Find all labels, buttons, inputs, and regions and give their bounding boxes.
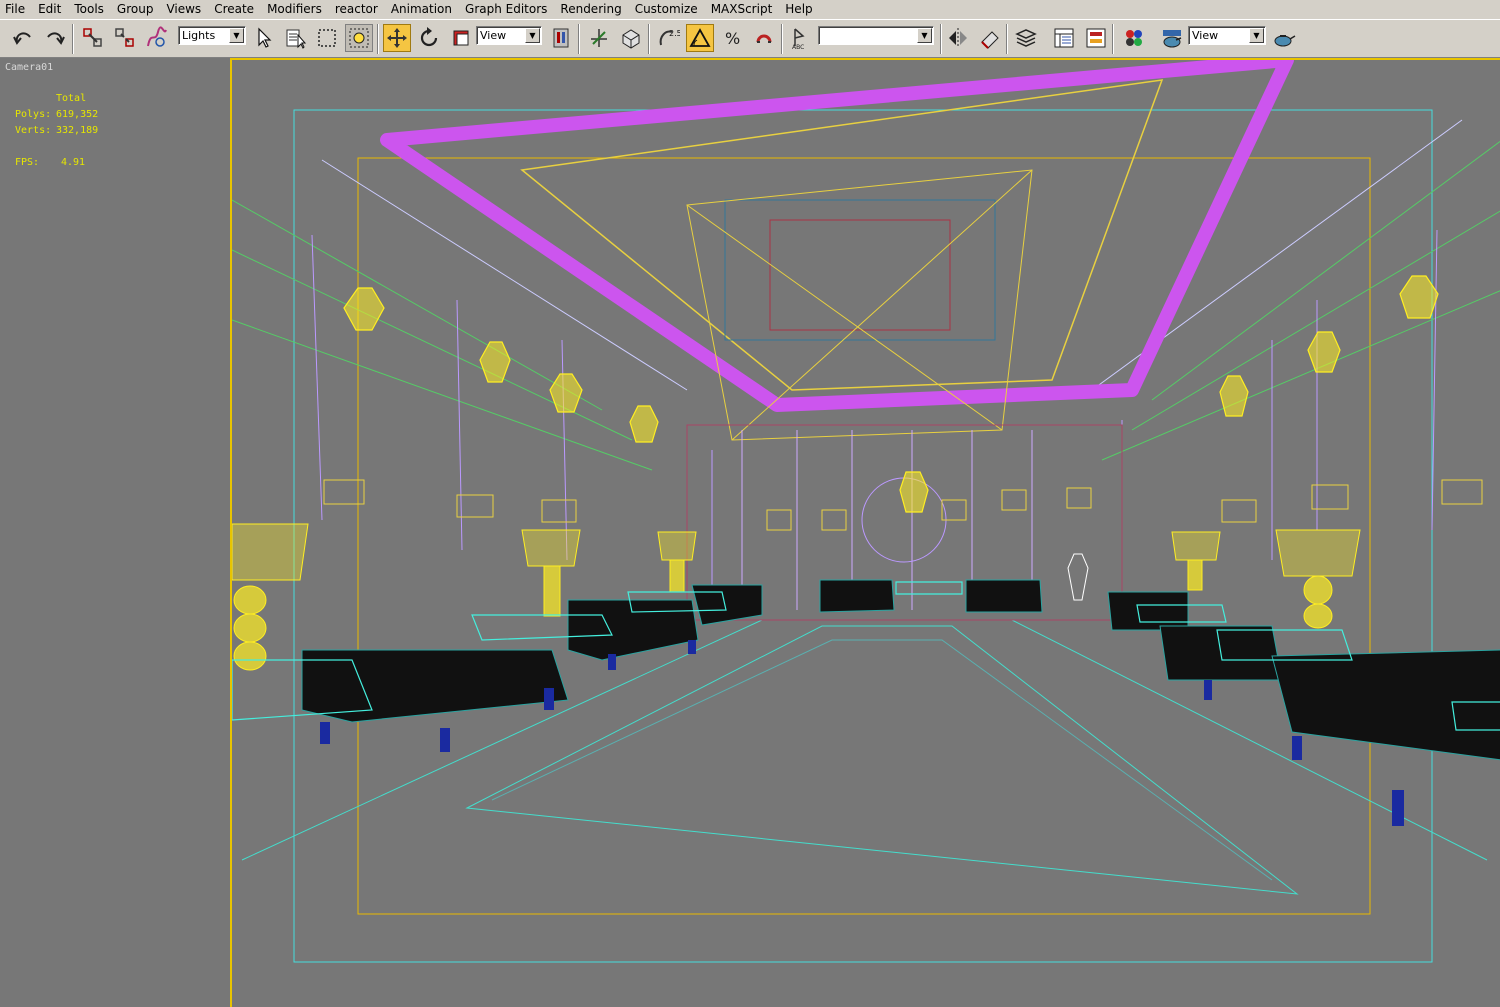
toolbar-separator [72, 24, 74, 54]
ceiling-trim [380, 60, 1294, 412]
ceiling-box-inner [769, 219, 951, 331]
redo-icon[interactable] [41, 24, 69, 52]
toolbar-separator [940, 24, 942, 54]
unlink-icon[interactable] [111, 24, 139, 52]
viewport-label[interactable]: Camera01 [5, 62, 53, 73]
snap-label: 2.5 [669, 29, 680, 38]
menu-help[interactable]: Help [779, 0, 819, 19]
undo-icon[interactable] [9, 24, 37, 52]
move-icon[interactable] [383, 24, 411, 52]
select-icon[interactable] [250, 24, 278, 52]
render-type-value: View [1192, 29, 1219, 42]
menu-file[interactable]: File [0, 0, 32, 19]
menu-edit[interactable]: Edit [32, 0, 68, 19]
layer-manager-icon[interactable] [1012, 24, 1040, 52]
selection-filter-value: Lights [182, 29, 216, 42]
menu-reactor[interactable]: reactor [329, 0, 385, 19]
stats-total-label: Total [56, 93, 87, 104]
ref-coord-system-dropdown[interactable]: View ▼ [476, 26, 542, 45]
angle-snap-icon[interactable] [686, 24, 714, 52]
menu-rendering[interactable]: Rendering [554, 0, 628, 19]
toolbar-separator [578, 24, 580, 54]
main-toolbar: Lights ▼ View ▼ 2.5 % ABC ▼ View ▼ [0, 19, 1500, 58]
select-by-name-icon[interactable] [282, 24, 310, 52]
stats-fps-label: FPS: [15, 157, 40, 168]
schematic-icon[interactable] [1082, 24, 1110, 52]
menu-maxscript[interactable]: MAXScript [705, 0, 780, 19]
named-selection-dropdown[interactable]: ▼ [818, 26, 934, 45]
stats-fps-value: 4.91 [61, 157, 86, 168]
toolbar-separator [648, 24, 650, 54]
edit-named-selections-icon[interactable]: ABC [787, 24, 815, 52]
chevron-down-icon: ▼ [917, 28, 932, 43]
render-type-dropdown[interactable]: View ▼ [1188, 26, 1266, 45]
svg-text:%: % [725, 29, 740, 48]
render-scene-icon[interactable] [1158, 24, 1186, 52]
menu-animation[interactable]: Animation [385, 0, 459, 19]
mirror-icon[interactable] [944, 24, 972, 52]
viewport-left-strip [0, 58, 230, 1007]
snap-icon[interactable]: 2.5 [654, 24, 682, 52]
ceiling-box [724, 199, 996, 341]
stats-verts-label: Verts: [15, 125, 52, 136]
menu-create[interactable]: Create [208, 0, 261, 19]
quick-render-icon[interactable] [1270, 24, 1298, 52]
menu-graph-editors[interactable]: Graph Editors [459, 0, 554, 19]
svg-text:ABC: ABC [792, 44, 804, 50]
chevron-down-icon: ▼ [229, 28, 244, 43]
birdcage-light [1067, 553, 1089, 601]
ceiling-yellow-frame [520, 79, 1164, 391]
stats-verts-value: 332,189 [56, 125, 99, 136]
toolbar-separator [377, 24, 379, 54]
chevron-down-icon: ▼ [1249, 28, 1264, 43]
ceiling-lines [232, 140, 1500, 471]
curve-editor-icon[interactable] [1050, 24, 1078, 52]
menu-views[interactable]: Views [160, 0, 208, 19]
rotate-icon[interactable] [415, 24, 443, 52]
bind-space-warp-icon[interactable] [143, 24, 171, 52]
keyboard-shortcut-override-icon[interactable] [617, 24, 645, 52]
chevron-down-icon: ▼ [525, 28, 540, 43]
scale-icon[interactable] [447, 24, 475, 52]
window-crossing-icon[interactable] [345, 24, 373, 52]
rect-selection-icon[interactable] [313, 24, 341, 52]
link-icon[interactable] [79, 24, 107, 52]
stats-polys-value: 619,352 [56, 109, 99, 120]
selection-filter-dropdown[interactable]: Lights ▼ [178, 26, 246, 45]
percent-snap-icon[interactable]: % [718, 24, 746, 52]
menu-group[interactable]: Group [111, 0, 161, 19]
use-pivot-center-icon[interactable] [547, 24, 575, 52]
menu-customize[interactable]: Customize [629, 0, 705, 19]
menu-tools[interactable]: Tools [68, 0, 111, 19]
spinner-snap-icon[interactable] [750, 24, 778, 52]
toolbar-separator [781, 24, 783, 54]
toolbar-separator [1006, 24, 1008, 54]
toolbar-separator [1112, 24, 1114, 54]
align-icon[interactable] [976, 24, 1004, 52]
manipulate-icon[interactable] [585, 24, 613, 52]
camera-viewport[interactable] [230, 58, 1500, 1007]
safe-frame [293, 109, 1433, 963]
stats-polys-label: Polys: [15, 109, 52, 120]
menu-bar: File Edit Tools Group Views Create Modif… [0, 0, 1500, 19]
menu-modifiers[interactable]: Modifiers [261, 0, 329, 19]
wireframe-scene[interactable] [232, 60, 1500, 1007]
material-editor-icon[interactable] [1120, 24, 1148, 52]
ref-coord-value: View [480, 29, 507, 42]
rug-inner [491, 639, 1273, 881]
